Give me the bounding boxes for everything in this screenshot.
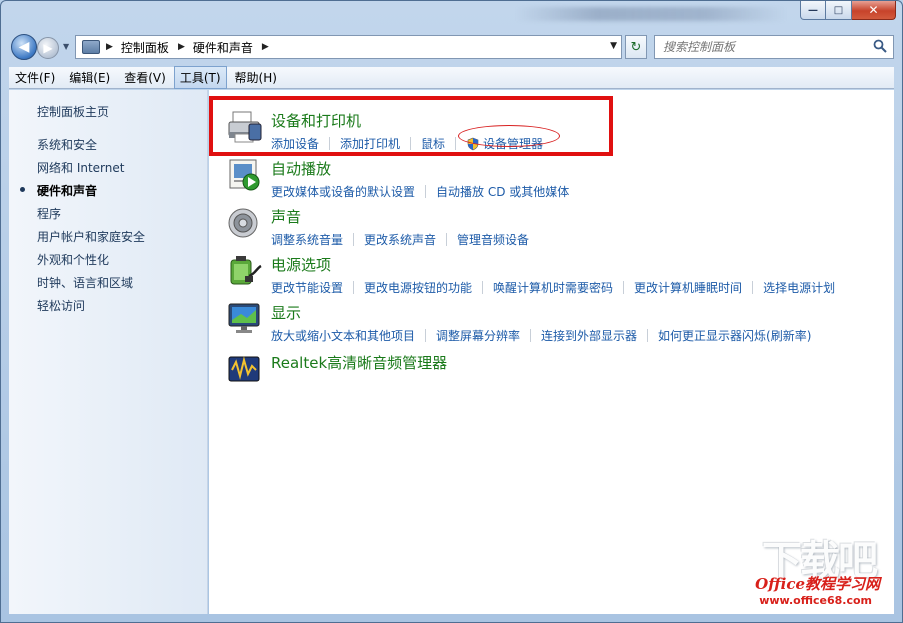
sidebar-item-appearance[interactable]: 外观和个性化 [37, 251, 145, 274]
link-change-sounds[interactable]: 更改系统声音 [364, 231, 436, 248]
sidebar-item-network[interactable]: 网络和 Internet [37, 159, 145, 182]
link-adjust-volume[interactable]: 调整系统音量 [271, 231, 343, 248]
breadcrumb-control-panel[interactable]: 控制面板 [121, 39, 169, 56]
sidebar-item-hardware-sound: 硬件和声音 [19, 182, 145, 205]
search-input[interactable] [663, 40, 863, 54]
control-panel-window: — □ ✕ ◀ ▶ ▼ ▶ 控制面板 ▶ 硬件和声音 ▶ ▼ ↻ 文件(F) 编… [0, 0, 903, 623]
menu-tools[interactable]: 工具(T) [173, 66, 227, 89]
address-bar[interactable]: ▶ 控制面板 ▶ 硬件和声音 ▶ ▼ [75, 35, 622, 59]
menu-file[interactable]: 文件(F) [9, 66, 61, 89]
autoplay-icon[interactable] [227, 158, 263, 192]
link-power-button-function[interactable]: 更改电源按钮的功能 [364, 279, 472, 296]
red-highlight-ellipse [458, 125, 560, 147]
sidebar-home-link[interactable]: 控制面板主页 [37, 103, 109, 120]
search-box[interactable] [654, 35, 894, 59]
link-manage-audio-devices[interactable]: 管理音频设备 [457, 231, 529, 248]
navigation-bar: ◀ ▶ ▼ ▶ 控制面板 ▶ 硬件和声音 ▶ ▼ ↻ [9, 34, 894, 60]
sidebar-nav: 系统和安全 网络和 Internet 硬件和声音 程序 用户帐户和家庭安全 外观… [19, 136, 145, 320]
category-links-power-options: 更改节能设置 更改电源按钮的功能 唤醒计算机时需要密码 更改计算机睡眠时间 选择… [271, 279, 835, 296]
sidebar-item-user-accounts[interactable]: 用户帐户和家庭安全 [37, 228, 145, 251]
link-divider [425, 185, 427, 198]
watermark-brand: Office教程学习网 [755, 575, 880, 593]
link-divider [353, 281, 355, 294]
menu-bar: 文件(F) 编辑(E) 查看(V) 工具(T) 帮助(H) [9, 66, 894, 89]
category-title-sound[interactable]: 声音 [271, 206, 301, 227]
menu-view[interactable]: 查看(V) [118, 66, 172, 89]
category-links-sound: 调整系统音量 更改系统声音 管理音频设备 [271, 231, 529, 248]
link-divider [425, 329, 427, 342]
link-divider [446, 233, 448, 246]
link-change-default-settings[interactable]: 更改媒体或设备的默认设置 [271, 183, 415, 200]
category-links-display: 放大或缩小文本和其他项目 调整屏幕分辨率 连接到外部显示器 如何更正显示器闪烁(… [271, 327, 811, 344]
link-refresh-rate[interactable]: 如何更正显示器闪烁(刷新率) [658, 327, 811, 344]
sidebar: 控制面板主页 系统和安全 网络和 Internet 硬件和声音 程序 用户帐户和… [9, 90, 208, 614]
category-title-autoplay[interactable]: 自动播放 [271, 158, 331, 179]
monitor-icon[interactable] [227, 302, 263, 336]
minimize-button[interactable]: — [800, 1, 826, 20]
back-button[interactable]: ◀ [11, 34, 37, 60]
link-autoplay-cd[interactable]: 自动播放 CD 或其他媒体 [436, 183, 569, 200]
link-divider [353, 233, 355, 246]
power-icon[interactable] [227, 254, 263, 288]
menu-edit[interactable]: 编辑(E) [63, 66, 116, 89]
sidebar-item-system-security[interactable]: 系统和安全 [37, 136, 145, 159]
search-icon[interactable] [873, 39, 887, 53]
menu-help[interactable]: 帮助(H) [229, 66, 283, 89]
red-highlight-box [209, 96, 613, 156]
realtek-audio-icon[interactable] [227, 352, 263, 386]
recent-pages-dropdown[interactable]: ▼ [63, 42, 69, 51]
link-change-sleep-time[interactable]: 更改计算机睡眠时间 [634, 279, 742, 296]
category-title-display[interactable]: 显示 [271, 302, 301, 323]
address-dropdown-icon[interactable]: ▼ [610, 41, 617, 51]
control-panel-icon [82, 40, 100, 54]
link-require-password-wake[interactable]: 唤醒计算机时需要密码 [493, 279, 613, 296]
link-choose-power-plan[interactable]: 选择电源计划 [763, 279, 835, 296]
link-divider [752, 281, 754, 294]
link-screen-resolution[interactable]: 调整屏幕分辨率 [436, 327, 520, 344]
link-divider [530, 329, 532, 342]
link-divider [647, 329, 649, 342]
category-title-realtek-audio[interactable]: Realtek高清晰音频管理器 [271, 352, 447, 373]
breadcrumb-hardware-sound[interactable]: 硬件和声音 [193, 39, 253, 56]
watermark-url: www.office68.com [759, 594, 872, 607]
breadcrumb-separator-icon[interactable]: ▶ [262, 42, 269, 52]
breadcrumb-separator-icon[interactable]: ▶ [106, 42, 113, 52]
category-links-autoplay: 更改媒体或设备的默认设置 自动播放 CD 或其他媒体 [271, 183, 569, 200]
sidebar-item-clock-region[interactable]: 时钟、语言和区域 [37, 274, 145, 297]
blurred-title [516, 7, 786, 21]
link-external-display[interactable]: 连接到外部显示器 [541, 327, 637, 344]
link-divider [623, 281, 625, 294]
link-power-saving-settings[interactable]: 更改节能设置 [271, 279, 343, 296]
main-content: 设备和打印机 添加设备 添加打印机 鼠标 设备管理器 自动播放 更改媒体或设备的… [209, 90, 894, 614]
forward-button[interactable]: ▶ [37, 37, 59, 59]
refresh-button[interactable]: ↻ [625, 35, 647, 59]
speaker-icon[interactable] [227, 206, 263, 240]
sidebar-item-ease-of-access[interactable]: 轻松访问 [37, 297, 145, 320]
close-button[interactable]: ✕ [852, 1, 896, 20]
sidebar-item-programs[interactable]: 程序 [37, 205, 145, 228]
breadcrumb-separator-icon[interactable]: ▶ [178, 42, 185, 52]
category-title-power-options[interactable]: 电源选项 [271, 254, 331, 275]
maximize-button[interactable]: □ [826, 1, 852, 20]
caption-buttons: — □ ✕ [800, 1, 896, 20]
link-text-size[interactable]: 放大或缩小文本和其他项目 [271, 327, 415, 344]
link-divider [482, 281, 484, 294]
